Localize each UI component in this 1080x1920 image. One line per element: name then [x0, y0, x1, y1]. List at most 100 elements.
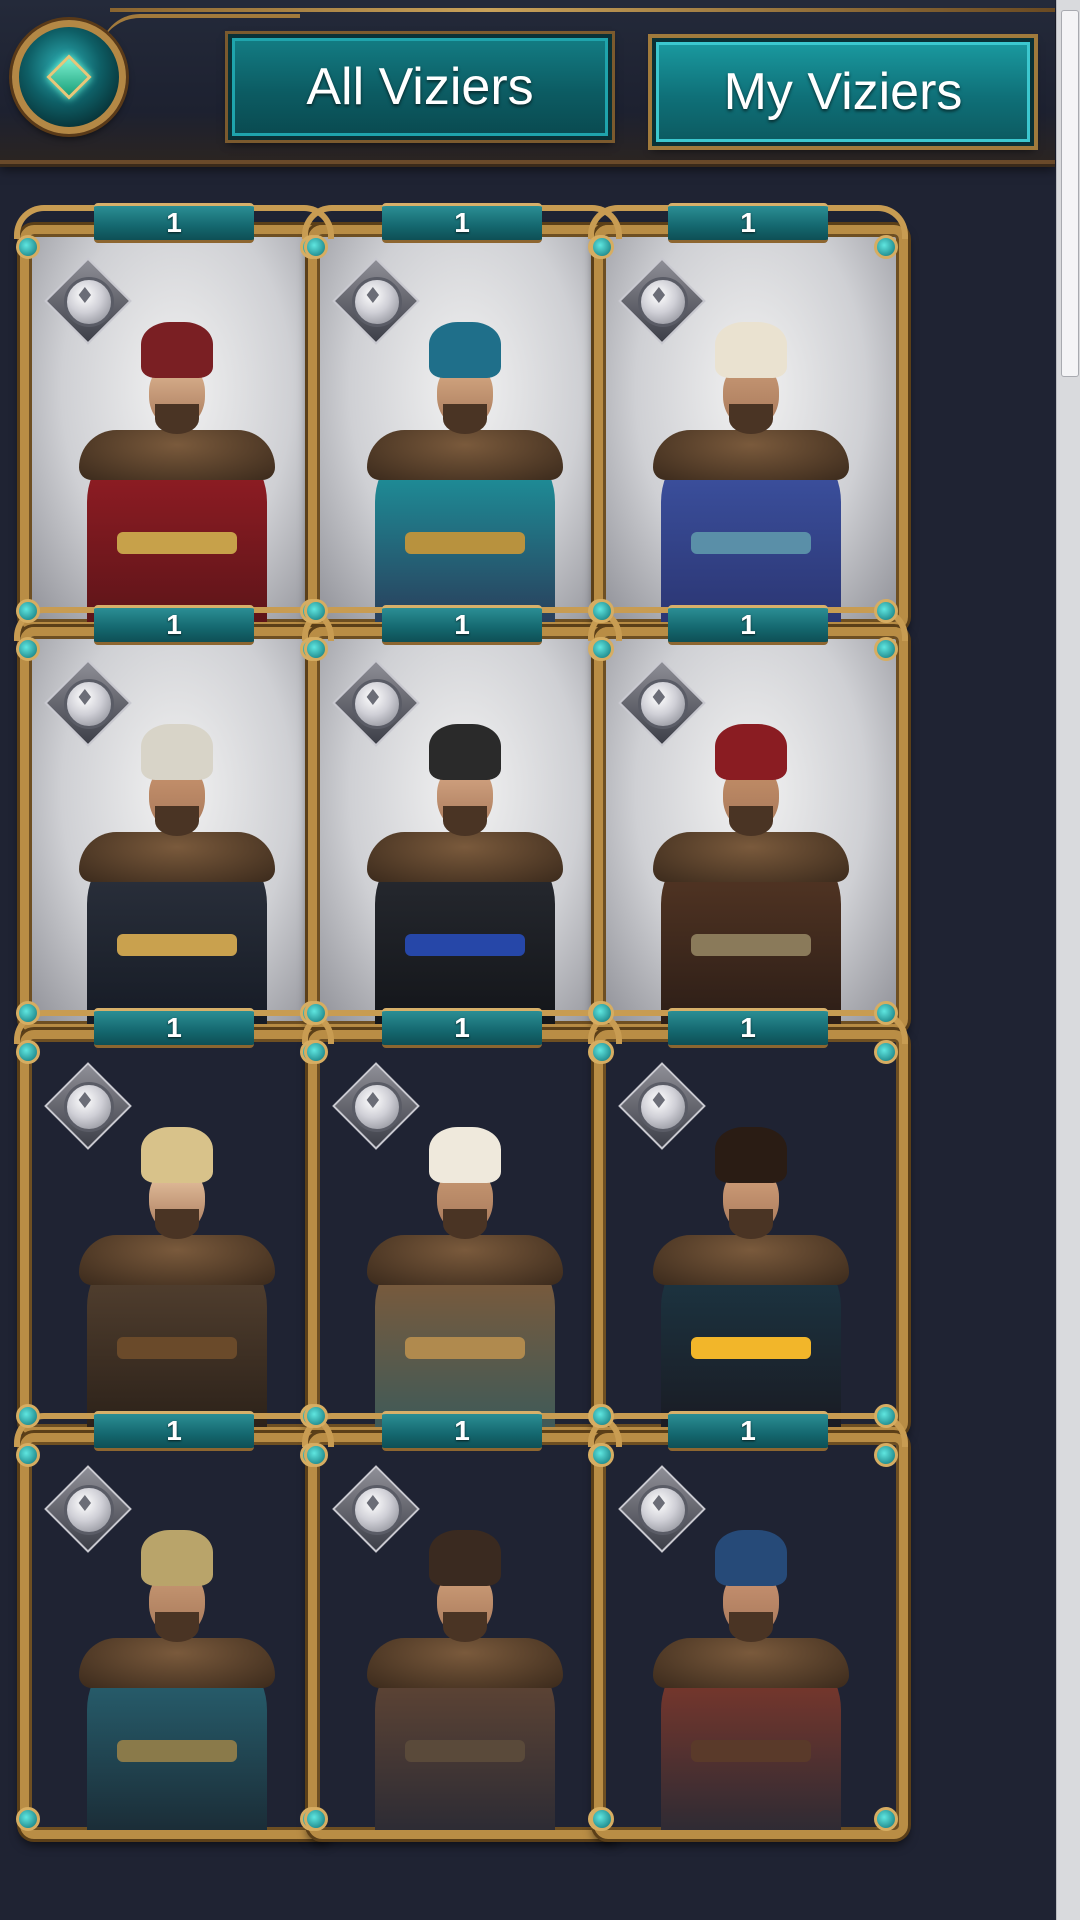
- silver-class-badge-icon: ♦: [618, 1062, 706, 1150]
- vizier-card[interactable]: ♦ 1: [302, 1403, 622, 1843]
- frame-gem-icon: [590, 1443, 614, 1467]
- tab-all-viziers[interactable]: All Viziers: [228, 34, 612, 140]
- vizier-card[interactable]: ♦ 1: [14, 1403, 334, 1843]
- header-bar: All Viziers My Viziers: [0, 0, 1055, 164]
- portrait-frame: ♦: [308, 1433, 622, 1839]
- portrait-frame: ♦: [308, 225, 622, 631]
- vizier-card[interactable]: ♦ 1: [588, 597, 908, 1037]
- frame-gem-icon: [16, 235, 40, 259]
- vizier-card[interactable]: ♦ 1: [302, 195, 622, 635]
- portrait-frame: ♦: [20, 627, 334, 1033]
- portrait-frame: ♦: [594, 627, 908, 1033]
- vizier-level-badge: 1: [668, 203, 828, 243]
- vizier-card[interactable]: ♦ 1: [14, 597, 334, 1037]
- vizier-portrait-warrior-woman-spear: [57, 1097, 297, 1427]
- portrait-frame: ♦: [308, 1030, 622, 1436]
- frame-gem-icon: [304, 1040, 328, 1064]
- portrait-frame: ♦: [594, 225, 908, 631]
- header-gold-rim: [110, 8, 1055, 12]
- vizier-level-badge: 1: [94, 605, 254, 645]
- vizier-level-badge: 1: [382, 605, 542, 645]
- vizier-level-badge: 1: [382, 1411, 542, 1451]
- frame-gem-icon: [16, 1807, 40, 1831]
- back-button[interactable]: [12, 20, 126, 134]
- frame-gem-icon: [16, 1443, 40, 1467]
- tab-my-viziers[interactable]: My Viziers: [652, 38, 1034, 146]
- vizier-card[interactable]: ♦ 1: [14, 195, 334, 635]
- frame-gem-icon: [874, 1040, 898, 1064]
- portrait-frame: ♦: [594, 1030, 908, 1436]
- frame-gem-icon: [304, 1443, 328, 1467]
- vizier-portrait-fur-collar-man: [345, 1500, 585, 1830]
- viziers-screen: All Viziers My Viziers ♦ 1 ♦ 1 ♦ 1 ♦ 1 ♦ 1 ♦ 1 ♦ 1 ♦ 1 ♦…: [0, 0, 1080, 1920]
- vizier-level-badge: 1: [94, 1008, 254, 1048]
- vizier-level-badge: 1: [668, 605, 828, 645]
- frame-gem-icon: [874, 1404, 898, 1428]
- frame-gem-icon: [874, 1443, 898, 1467]
- portrait-frame: ♦: [594, 1433, 908, 1839]
- vizier-level-badge: 1: [382, 1008, 542, 1048]
- portrait-frame: ♦: [20, 1433, 334, 1839]
- vizier-level-badge: 1: [668, 1008, 828, 1048]
- silver-class-badge-icon: ♦: [44, 257, 132, 345]
- scrollbar-thumb[interactable]: [1061, 10, 1079, 377]
- vizier-portrait-blue-turban-man: [631, 1500, 871, 1830]
- ornate-back-gem-icon: [46, 54, 92, 100]
- vizier-portrait-janissary-tall-hat: [57, 694, 297, 1024]
- vizier-level-badge: 1: [94, 203, 254, 243]
- vizier-card[interactable]: ♦ 1: [588, 195, 908, 635]
- vizier-card[interactable]: ♦ 1: [302, 1000, 622, 1440]
- silver-class-badge-icon: ♦: [332, 659, 420, 747]
- frame-gem-icon: [304, 599, 328, 623]
- silver-class-badge-icon: ♦: [44, 1062, 132, 1150]
- frame-gem-icon: [590, 1040, 614, 1064]
- portrait-frame: ♦: [20, 1030, 334, 1436]
- frame-gem-icon: [590, 637, 614, 661]
- vizier-card[interactable]: ♦ 1: [588, 1403, 908, 1843]
- frame-gem-icon: [304, 1807, 328, 1831]
- frame-gem-icon: [590, 235, 614, 259]
- vizier-card[interactable]: ♦ 1: [14, 1000, 334, 1440]
- frame-gem-icon: [16, 599, 40, 623]
- vizier-portrait-modern-robe-blue-sash: [345, 694, 585, 1024]
- vizier-level-badge: 1: [668, 1411, 828, 1451]
- portrait-frame: ♦: [20, 225, 334, 631]
- frame-gem-icon: [590, 599, 614, 623]
- silver-class-badge-icon: ♦: [618, 659, 706, 747]
- silver-class-badge-icon: ♦: [332, 1062, 420, 1150]
- vizier-level-badge: 1: [382, 203, 542, 243]
- vizier-card[interactable]: ♦ 1: [302, 597, 622, 1037]
- vizier-card[interactable]: ♦ 1: [588, 1000, 908, 1440]
- frame-gem-icon: [16, 1040, 40, 1064]
- frame-gem-icon: [874, 637, 898, 661]
- silver-class-badge-icon: ♦: [44, 1465, 132, 1553]
- vizier-portrait-crossed-arms-turban: [631, 694, 871, 1024]
- frame-gem-icon: [590, 1807, 614, 1831]
- vizier-portrait-blue-officer-fur-cape: [631, 292, 871, 622]
- frame-gem-icon: [590, 1404, 614, 1428]
- vizier-level-badge: 1: [94, 1411, 254, 1451]
- vizier-portrait-helmeted-soldier: [57, 1500, 297, 1830]
- frame-gem-icon: [16, 1001, 40, 1025]
- silver-class-badge-icon: ♦: [618, 257, 706, 345]
- vizier-portrait-elder-scholar-book: [345, 292, 585, 622]
- silver-class-badge-icon: ♦: [618, 1465, 706, 1553]
- portrait-frame: ♦: [308, 627, 622, 1033]
- frame-gem-icon: [304, 1404, 328, 1428]
- vizier-portrait-scholar-white-turban-book: [345, 1097, 585, 1427]
- frame-gem-icon: [304, 235, 328, 259]
- silver-class-badge-icon: ♦: [332, 257, 420, 345]
- scrollbar[interactable]: [1056, 0, 1080, 1920]
- frame-gem-icon: [304, 1001, 328, 1025]
- frame-gem-icon: [874, 1001, 898, 1025]
- silver-class-badge-icon: ♦: [44, 659, 132, 747]
- frame-gem-icon: [874, 599, 898, 623]
- frame-gem-icon: [16, 637, 40, 661]
- frame-gem-icon: [304, 637, 328, 661]
- vizier-portrait-noble-golden-chain: [631, 1097, 871, 1427]
- frame-gem-icon: [874, 235, 898, 259]
- silver-class-badge-icon: ♦: [332, 1465, 420, 1553]
- frame-gem-icon: [590, 1001, 614, 1025]
- frame-gem-icon: [874, 1807, 898, 1831]
- vizier-portrait-young-red-vest: [57, 292, 297, 622]
